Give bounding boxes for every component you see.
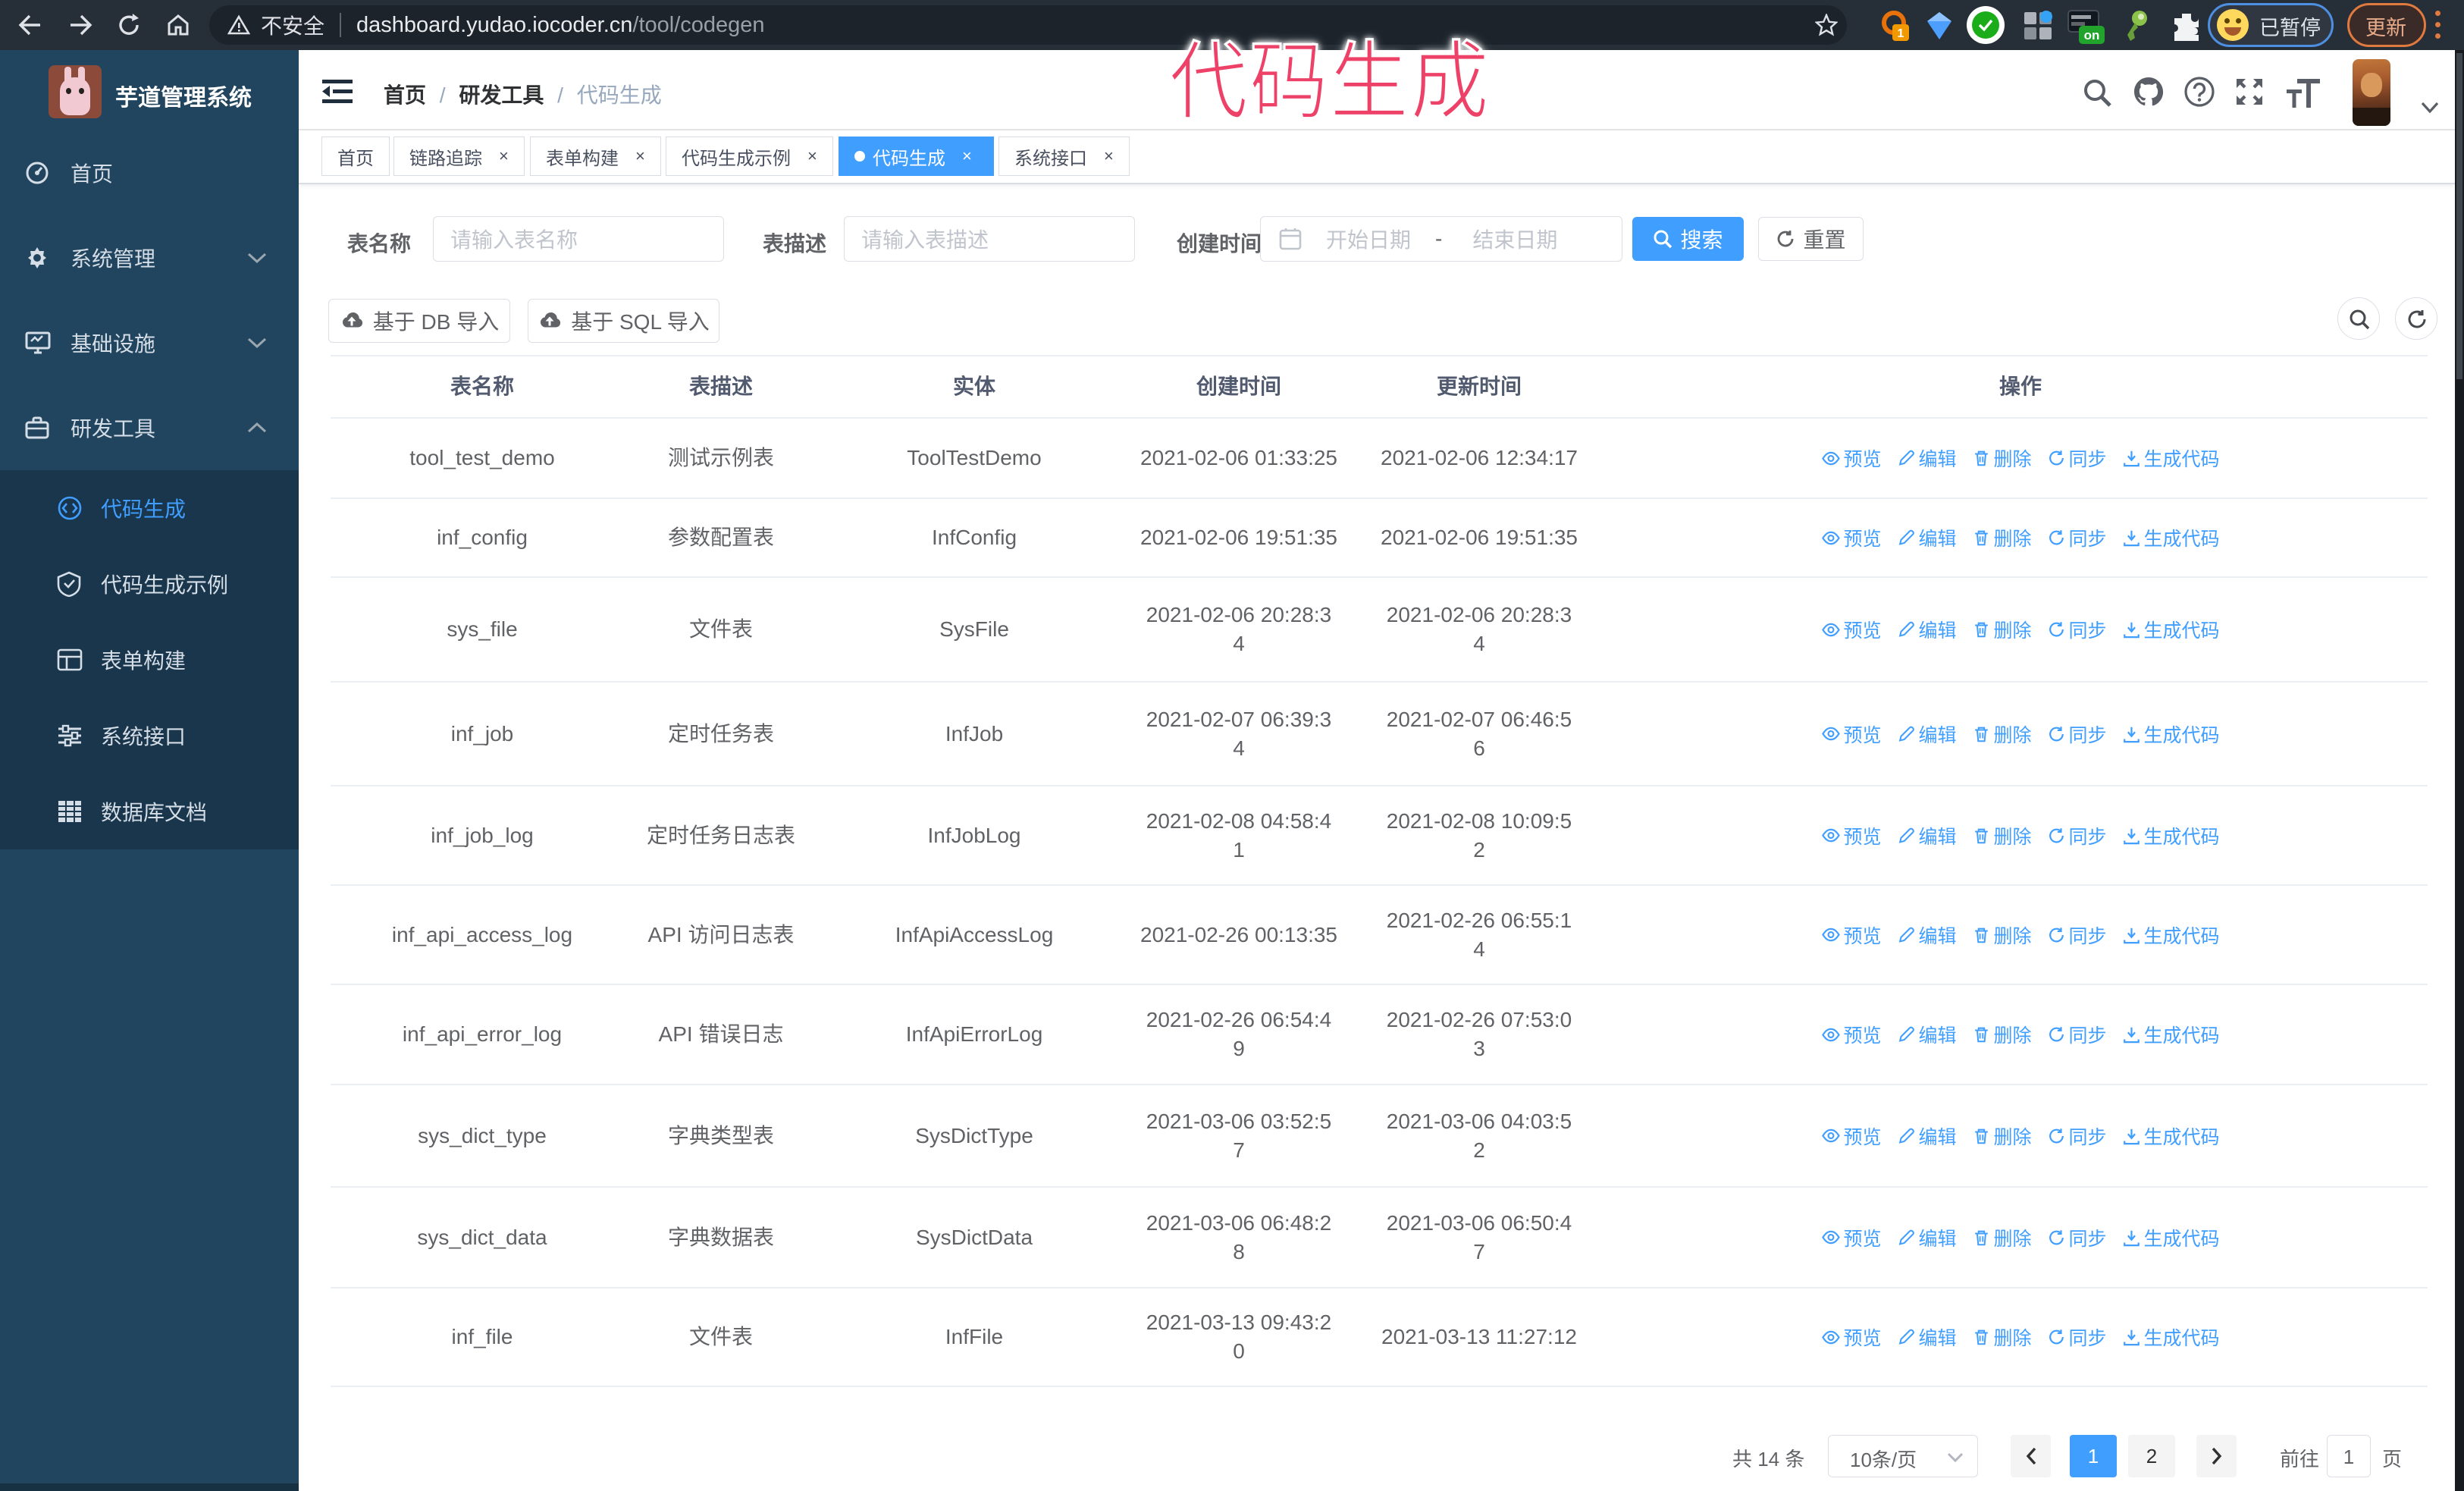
- svg-text:1: 1: [1898, 27, 1904, 40]
- svg-text:on: on: [2084, 28, 2100, 42]
